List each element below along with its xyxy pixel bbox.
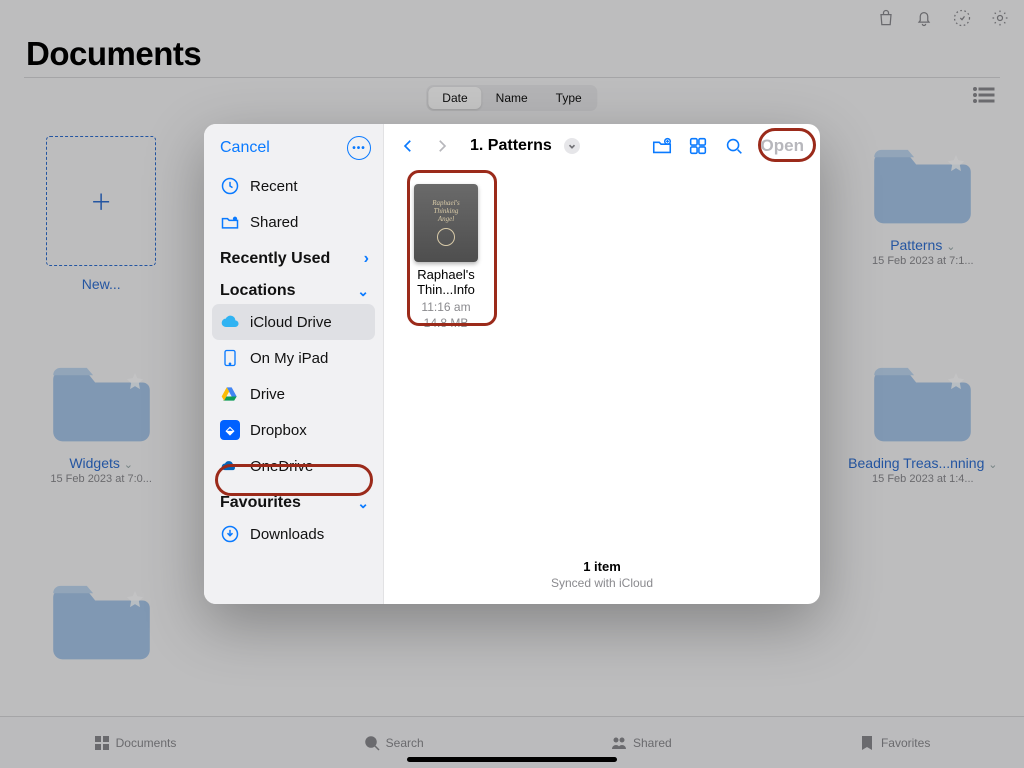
- sidebar-recently-used[interactable]: Recently Used ›: [204, 240, 383, 272]
- file-picker-toolbar: 1. Patterns Open: [384, 124, 820, 168]
- cancel-button[interactable]: Cancel: [220, 139, 270, 157]
- search-button[interactable]: [719, 131, 749, 161]
- back-button[interactable]: [394, 132, 422, 160]
- breadcrumb-menu-button[interactable]: [564, 138, 580, 154]
- sidebar-icloud-drive[interactable]: iCloud Drive: [212, 304, 375, 340]
- sidebar-shared[interactable]: Shared: [204, 204, 383, 240]
- item-count: 1 item: [384, 559, 820, 574]
- file-time: 11:16 am: [402, 300, 490, 314]
- sidebar-onedrive[interactable]: OneDrive: [204, 448, 383, 484]
- chevron-down-icon: ⌄: [357, 283, 369, 300]
- more-options-button[interactable]: •••: [347, 136, 371, 160]
- ipad-icon: [220, 348, 240, 368]
- sidebar-google-drive[interactable]: Drive: [204, 376, 383, 412]
- sidebar-on-my-ipad[interactable]: On My iPad: [204, 340, 383, 376]
- clock-icon: [220, 176, 240, 196]
- file-item[interactable]: Raphael's Thinking Angel Raphael's Thin.…: [402, 184, 490, 330]
- sidebar-dropbox[interactable]: ⬙ Dropbox: [204, 412, 383, 448]
- sidebar-downloads[interactable]: Downloads: [204, 516, 383, 552]
- view-mode-button[interactable]: [683, 131, 713, 161]
- breadcrumb-title[interactable]: 1. Patterns: [470, 137, 552, 155]
- sidebar-recent[interactable]: Recent: [204, 168, 383, 204]
- new-folder-button[interactable]: [647, 131, 677, 161]
- cloud-icon: [220, 312, 240, 332]
- file-size: 14.8 MB: [402, 316, 490, 330]
- dropbox-icon: ⬙: [220, 420, 240, 440]
- gdrive-icon: [220, 384, 240, 404]
- file-thumbnail: Raphael's Thinking Angel: [414, 184, 478, 262]
- file-picker-panel: 1. Patterns Open Raphael's Thinking Ange…: [384, 124, 820, 604]
- chevron-right-icon: ›: [364, 250, 369, 268]
- file-name: Raphael's Thin...Info: [402, 268, 490, 298]
- file-picker-footer: 1 item Synced with iCloud: [384, 551, 820, 604]
- sidebar-section-favourites[interactable]: Favourites ⌄: [204, 484, 383, 516]
- file-picker-modal: Cancel ••• Recent Shared Recently Used ›…: [204, 124, 820, 604]
- onedrive-icon: [220, 456, 240, 476]
- forward-button[interactable]: [428, 132, 456, 160]
- file-picker-sidebar: Cancel ••• Recent Shared Recently Used ›…: [204, 124, 384, 604]
- sidebar-section-locations[interactable]: Locations ⌄: [204, 272, 383, 304]
- download-icon: [220, 524, 240, 544]
- chevron-down-icon: ⌄: [357, 495, 369, 512]
- sync-status: Synced with iCloud: [384, 576, 820, 590]
- open-button[interactable]: Open: [755, 136, 810, 156]
- file-grid[interactable]: Raphael's Thinking Angel Raphael's Thin.…: [384, 168, 820, 551]
- shared-folder-icon: [220, 212, 240, 232]
